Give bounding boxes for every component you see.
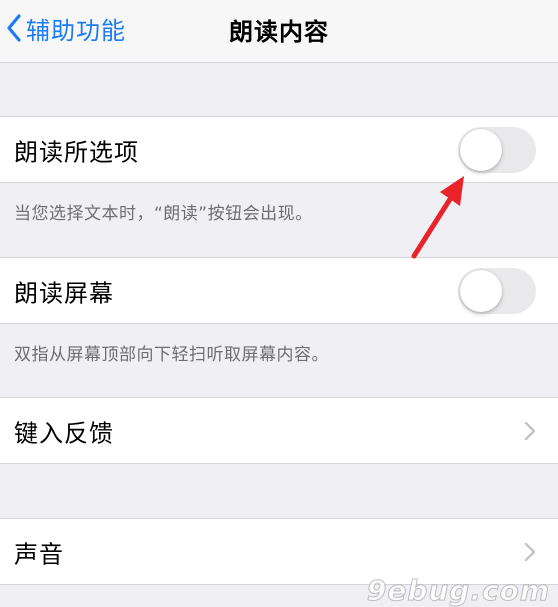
speak-screen-row: 朗读屏幕 bbox=[0, 257, 558, 324]
typing-feedback-row[interactable]: 键入反馈 bbox=[0, 397, 558, 464]
speak-screen-label: 朗读屏幕 bbox=[14, 279, 114, 307]
toggle-knob bbox=[460, 128, 502, 171]
speak-selection-toggle[interactable] bbox=[458, 126, 536, 173]
navigation-bar: 辅助功能 朗读内容 bbox=[0, 0, 558, 63]
chevron-right-icon bbox=[524, 421, 536, 440]
speak-selection-footer: 当您选择文本时，“朗读”按钮会出现。 bbox=[14, 204, 313, 224]
speak-selection-label: 朗读所选项 bbox=[14, 138, 139, 166]
typing-feedback-label: 键入反馈 bbox=[14, 419, 114, 447]
watermark: 9ebug.com bbox=[366, 574, 550, 607]
annotation-arrow-icon bbox=[411, 176, 464, 259]
speak-screen-toggle[interactable] bbox=[458, 267, 536, 314]
speak-selection-row: 朗读所选项 bbox=[0, 116, 558, 183]
chevron-right-icon bbox=[524, 542, 536, 561]
voices-label: 声音 bbox=[14, 540, 64, 568]
speak-screen-footer: 双指从屏幕顶部向下轻扫听取屏幕内容。 bbox=[14, 345, 329, 365]
toggle-knob bbox=[460, 269, 502, 312]
page-title: 朗读内容 bbox=[229, 18, 329, 46]
